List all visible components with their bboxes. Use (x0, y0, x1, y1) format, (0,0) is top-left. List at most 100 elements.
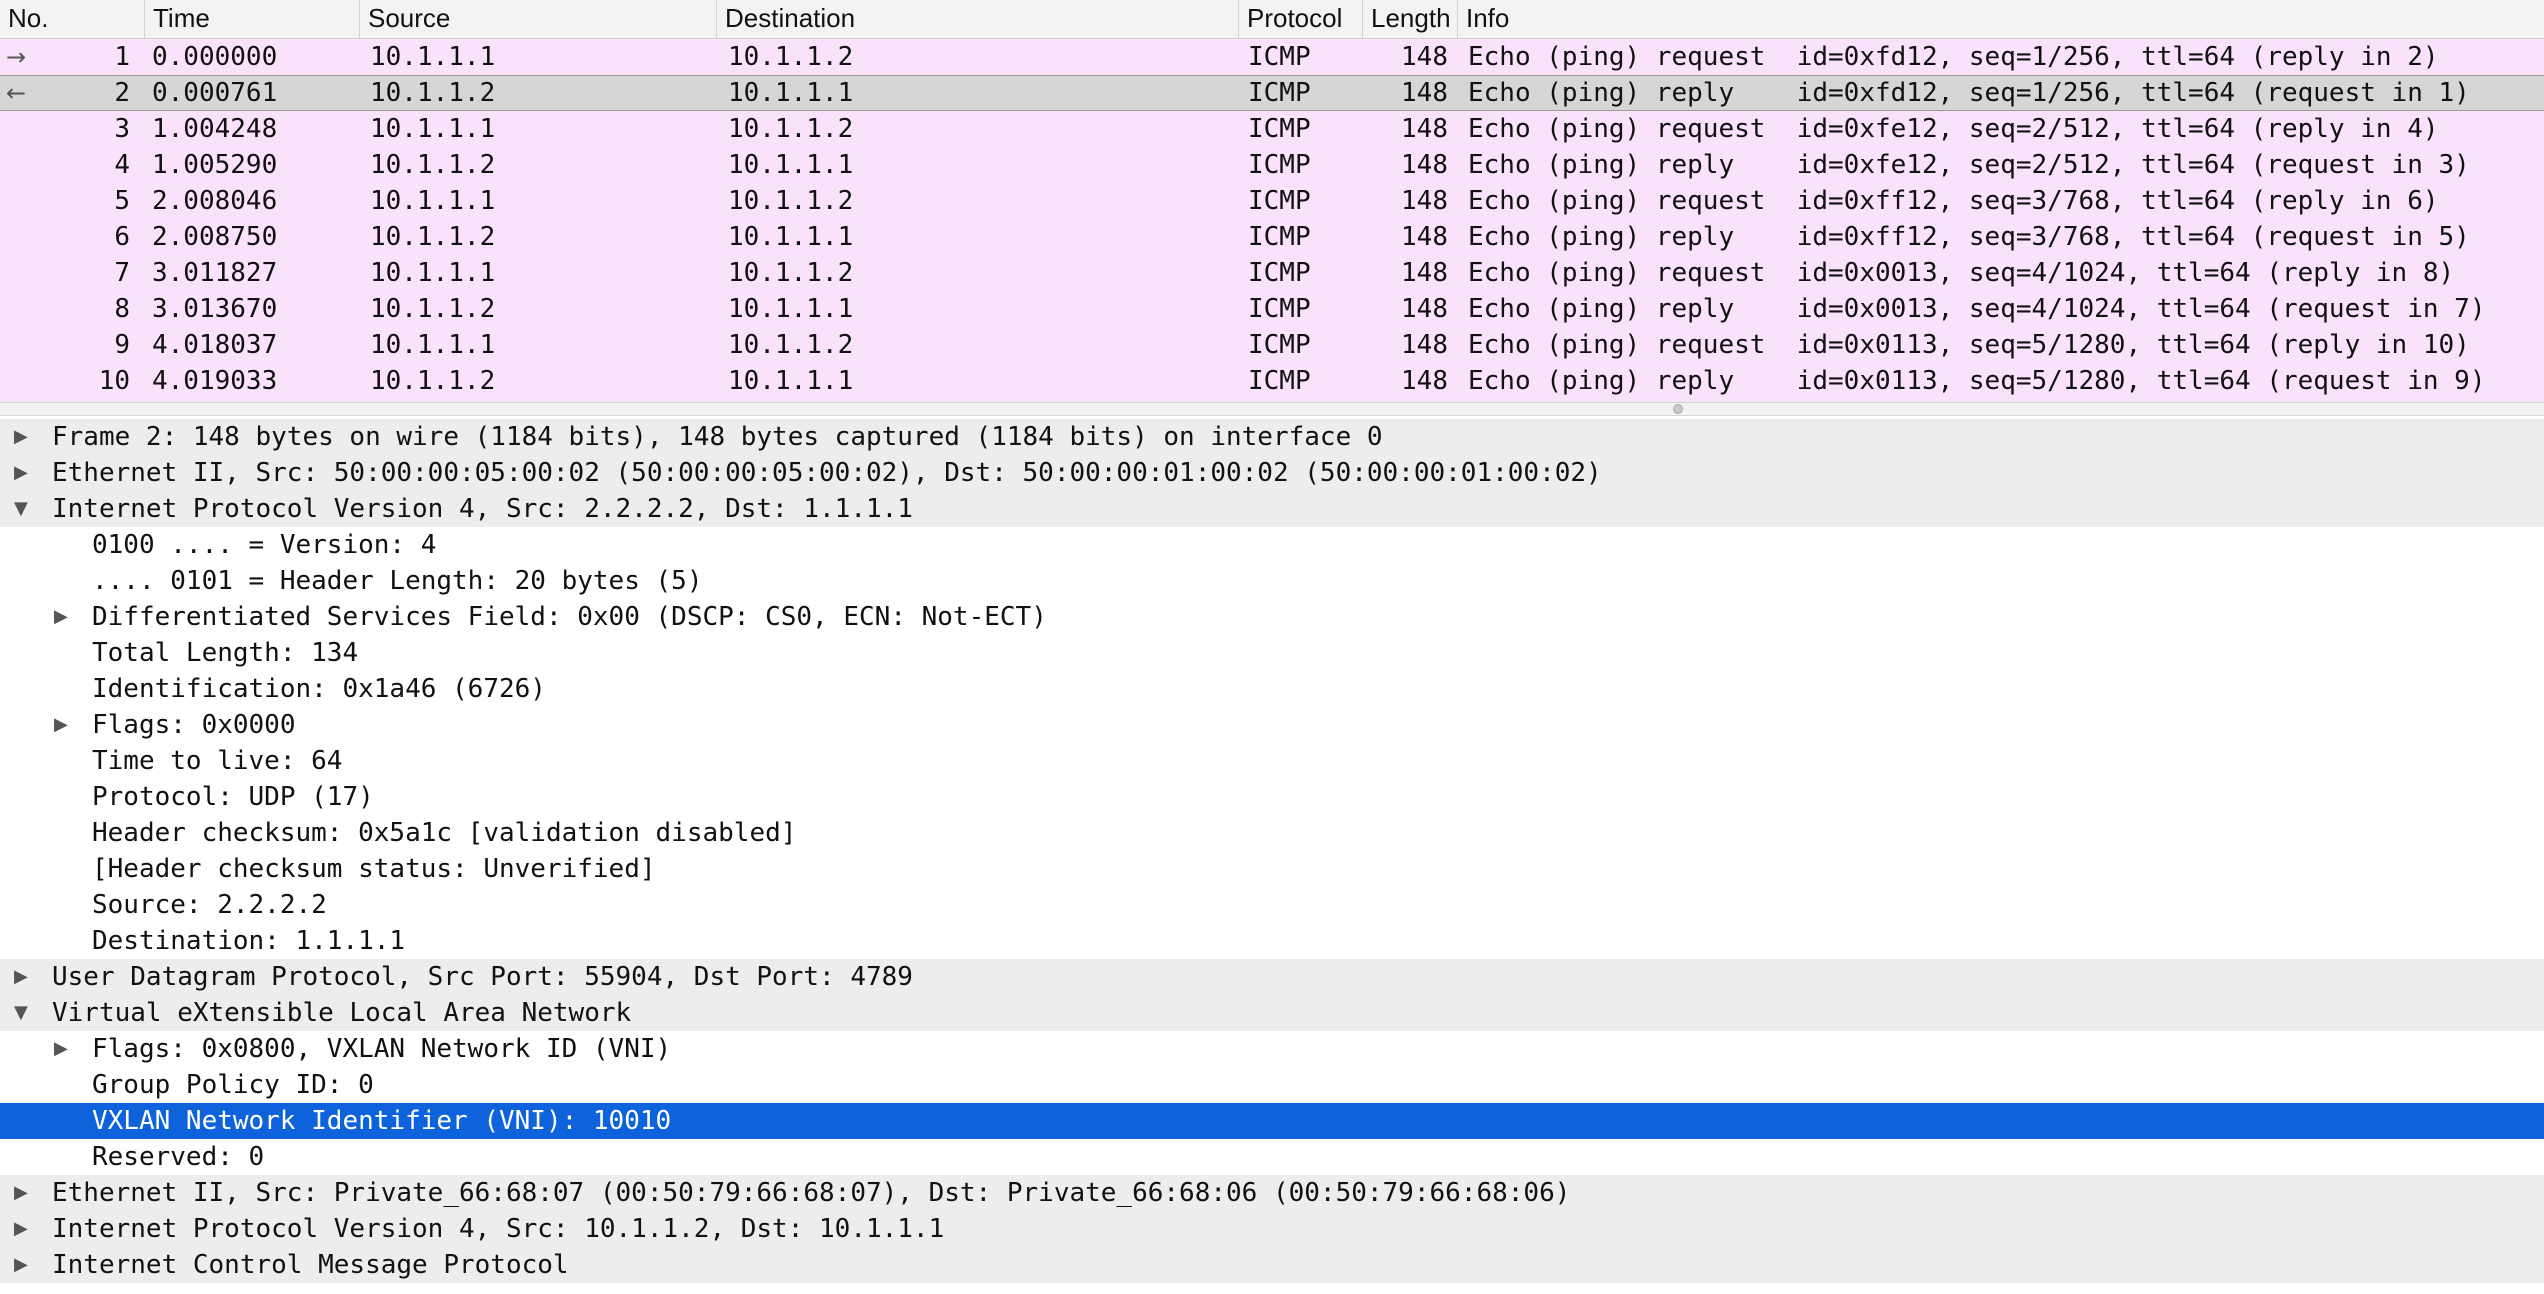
packet-protocol-cell: ICMP (1248, 186, 1311, 216)
packet-time-cell: 1.004248 (152, 114, 278, 144)
disclosure-collapsed-icon[interactable]: ▶ (14, 1247, 34, 1283)
packet-destination-cell: 10.1.1.1 (728, 78, 854, 108)
packet-row[interactable]: 9 4.018037 10.1.1.1 10.1.1.2 ICMP 148 Echo (pi… (0, 327, 2544, 363)
packet-info-cell: Echo (ping) reply id=0x0113, seq=5/1280,… (1468, 366, 2486, 396)
detail-row-text: Total Length: 134 (92, 638, 359, 668)
packet-destination-cell: 10.1.1.2 (728, 330, 854, 360)
column-header-info[interactable]: Info (1458, 0, 2544, 38)
detail-row[interactable]: ▶ User Datagram Protocol, Src Port: 55904… (0, 959, 2544, 995)
detail-row-text: Source: 2.2.2.2 (92, 890, 327, 920)
column-header-time[interactable]: Time (145, 0, 360, 38)
packet-row[interactable]: 10 4.019033 10.1.1.2 10.1.1.1 ICMP 148 Echo (p… (0, 363, 2544, 399)
packet-source-cell: 10.1.1.1 (370, 330, 496, 360)
disclosure-collapsed-icon[interactable]: ▶ (54, 707, 74, 743)
packet-no-cell: 8 (114, 294, 130, 324)
packet-protocol-cell: ICMP (1248, 330, 1311, 360)
packet-info-cell: Echo (ping) reply id=0xfe12, seq=2/512, … (1468, 150, 2470, 180)
packet-length-cell: 148 (1401, 366, 1448, 396)
detail-row[interactable]: .... 0101 = Header Length: 20 bytes (5) (0, 563, 2544, 599)
disclosure-expanded-icon[interactable]: ▼ (14, 995, 34, 1031)
packet-protocol-cell: ICMP (1248, 222, 1311, 252)
detail-row[interactable]: Destination: 1.1.1.1 (0, 923, 2544, 959)
disclosure-collapsed-icon[interactable]: ▶ (14, 419, 34, 455)
detail-row-text: Destination: 1.1.1.1 (92, 926, 406, 956)
packet-list[interactable]: No. Time Source Destination Protocol Len… (0, 0, 2544, 402)
detail-row[interactable]: Source: 2.2.2.2 (0, 887, 2544, 923)
packet-no-cell: 1 (114, 42, 130, 72)
packet-time-cell: 1.005290 (152, 150, 278, 180)
detail-row-text: Identification: 0x1a46 (6726) (92, 674, 546, 704)
packet-length-cell: 148 (1401, 78, 1448, 108)
packet-source-cell: 10.1.1.2 (370, 366, 496, 396)
packet-no-cell: 6 (114, 222, 130, 252)
packet-row[interactable]: → 1 0.000000 10.1.1.1 10.1.1.2 ICMP 148 Echo (p… (0, 39, 2544, 75)
disclosure-collapsed-icon[interactable]: ▶ (54, 599, 74, 635)
detail-row[interactable]: ▶ Ethernet II, Src: 50:00:00:05:00:02 (50… (0, 455, 2544, 491)
packet-row[interactable]: 7 3.011827 10.1.1.1 10.1.1.2 ICMP 148 Echo (pi… (0, 255, 2544, 291)
detail-row[interactable]: Reserved: 0 (0, 1139, 2544, 1175)
packet-info-cell: Echo (ping) request id=0xfd12, seq=1/256… (1468, 42, 2439, 72)
packet-row[interactable]: ← 2 0.000761 10.1.1.2 10.1.1.1 ICMP 148 Echo (p… (0, 75, 2544, 111)
packet-length-cell: 148 (1401, 222, 1448, 252)
detail-row-text: Reserved: 0 (92, 1142, 265, 1172)
packet-time-cell: 2.008046 (152, 186, 278, 216)
detail-row[interactable]: Group Policy ID: 0 (0, 1067, 2544, 1103)
disclosure-collapsed-icon[interactable]: ▶ (14, 1211, 34, 1247)
detail-row[interactable]: ▶ Differentiated Services Field: 0x00 (DS… (0, 599, 2544, 635)
detail-row-text: Ethernet II, Src: 50:00:00:05:00:02 (50:… (52, 458, 1602, 488)
splitter-handle-icon[interactable] (1673, 404, 1683, 414)
packet-source-cell: 10.1.1.2 (370, 222, 496, 252)
packet-time-cell: 3.013670 (152, 294, 278, 324)
disclosure-collapsed-icon[interactable]: ▶ (54, 1031, 74, 1067)
detail-row[interactable]: Total Length: 134 (0, 635, 2544, 671)
detail-row-text: 0100 .... = Version: 4 (92, 530, 437, 560)
pane-splitter[interactable] (0, 402, 2544, 416)
detail-row[interactable]: ▶ Ethernet II, Src: Private_66:68:07 (00:… (0, 1175, 2544, 1211)
packet-row[interactable]: 5 2.008046 10.1.1.1 10.1.1.2 ICMP 148 Echo (pi… (0, 183, 2544, 219)
column-header-protocol[interactable]: Protocol (1239, 0, 1363, 38)
packet-rows: → 1 0.000000 10.1.1.1 10.1.1.2 ICMP 148 Echo (p… (0, 39, 2544, 399)
packet-row[interactable]: 4 1.005290 10.1.1.2 10.1.1.1 ICMP 148 Echo (pi… (0, 147, 2544, 183)
disclosure-collapsed-icon[interactable]: ▶ (14, 1175, 34, 1211)
detail-row[interactable]: Header checksum: 0x5a1c [validation disa… (0, 815, 2544, 851)
packet-info-cell: Echo (ping) reply id=0x0013, seq=4/1024,… (1468, 294, 2486, 324)
disclosure-collapsed-icon[interactable]: ▶ (14, 959, 34, 995)
detail-row[interactable]: [Header checksum status: Unverified] (0, 851, 2544, 887)
packet-info-cell: Echo (ping) reply id=0xfd12, seq=1/256, … (1468, 78, 2470, 108)
packet-row[interactable]: 3 1.004248 10.1.1.1 10.1.1.2 ICMP 148 Echo (pi… (0, 111, 2544, 147)
packet-destination-cell: 10.1.1.2 (728, 42, 854, 72)
detail-row[interactable]: ▶ Flags: 0x0800, VXLAN Network ID (VNI) (0, 1031, 2544, 1067)
detail-row[interactable]: ▼ Internet Protocol Version 4, Src: 2.2.2… (0, 491, 2544, 527)
packet-details-tree[interactable]: ▶ Frame 2: 148 bytes on wire (1184 bits),… (0, 419, 2544, 1283)
packet-row[interactable]: 8 3.013670 10.1.1.2 10.1.1.1 ICMP 148 Echo (pi… (0, 291, 2544, 327)
detail-row-text: Internet Protocol Version 4, Src: 2.2.2.… (52, 494, 913, 524)
packet-row[interactable]: 6 2.008750 10.1.1.2 10.1.1.1 ICMP 148 Echo (pi… (0, 219, 2544, 255)
disclosure-collapsed-icon[interactable]: ▶ (14, 455, 34, 491)
detail-row[interactable]: Protocol: UDP (17) (0, 779, 2544, 815)
detail-row[interactable]: ▶ Frame 2: 148 bytes on wire (1184 bits),… (0, 419, 2544, 455)
detail-row-text: Virtual eXtensible Local Area Network (52, 998, 632, 1028)
column-header-no[interactable]: No. (0, 0, 145, 38)
detail-row[interactable]: ▶ Internet Protocol Version 4, Src: 10.1.… (0, 1211, 2544, 1247)
detail-row-text: Header checksum: 0x5a1c [validation disa… (92, 818, 797, 848)
detail-row[interactable]: Time to live: 64 (0, 743, 2544, 779)
detail-row[interactable]: ▶ Flags: 0x0000 (0, 707, 2544, 743)
packet-source-cell: 10.1.1.1 (370, 258, 496, 288)
detail-row-text: Time to live: 64 (92, 746, 343, 776)
column-header-source[interactable]: Source (360, 0, 717, 38)
column-header-length[interactable]: Length (1363, 0, 1458, 38)
packet-time-cell: 3.011827 (152, 258, 278, 288)
detail-row[interactable]: ▶ Internet Control Message Protocol (0, 1247, 2544, 1283)
packet-destination-cell: 10.1.1.2 (728, 186, 854, 216)
packet-info-cell: Echo (ping) request id=0xff12, seq=3/768… (1468, 186, 2439, 216)
column-header-destination[interactable]: Destination (717, 0, 1239, 38)
detail-row[interactable]: 0100 .... = Version: 4 (0, 527, 2544, 563)
packet-length-cell: 148 (1401, 114, 1448, 144)
detail-row[interactable]: Identification: 0x1a46 (6726) (0, 671, 2544, 707)
detail-row[interactable]: ▼ Virtual eXtensible Local Area Network (0, 995, 2544, 1031)
packet-protocol-cell: ICMP (1248, 258, 1311, 288)
detail-row-selected[interactable]: VXLAN Network Identifier (VNI): 10010 (0, 1103, 2544, 1139)
packet-source-cell: 10.1.1.2 (370, 78, 496, 108)
disclosure-expanded-icon[interactable]: ▼ (14, 491, 34, 527)
packet-time-cell: 2.008750 (152, 222, 278, 252)
